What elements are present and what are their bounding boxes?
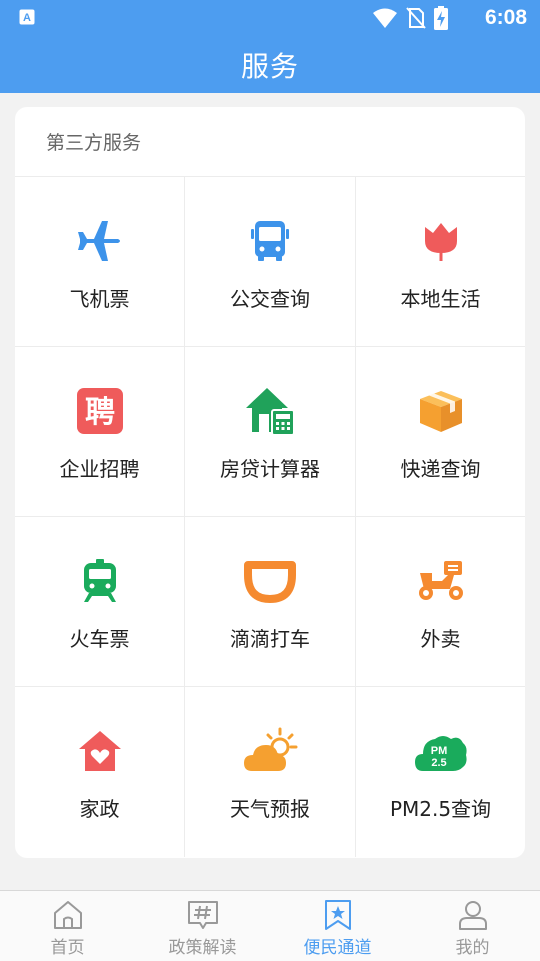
third-party-services-card: 第三方服务 飞机票 公交查询 本地生活 聘 企业招聘 房贷计算器 快递查询 火车… [15,107,525,858]
nav-label: 首页 [50,938,85,958]
didi-icon [244,561,296,603]
scooter-icon [418,561,463,600]
section-title: 第三方服务 [15,107,525,177]
page-title: 服务 [240,49,299,83]
service-label: 房贷计算器 [220,457,320,481]
service-label: 快递查询 [400,457,481,481]
wifi-icon [373,8,397,28]
house-calculator-icon [246,388,295,436]
service-label: 飞机票 [69,287,130,311]
package-icon [419,391,462,432]
service-label: 火车票 [69,627,130,651]
service-label: 天气预报 [230,797,310,821]
service-pm25-query[interactable]: PM 2.5 PM2.5查询 [356,687,525,857]
status-time: 6:08 [484,6,527,29]
service-recruitment[interactable]: 聘 企业招聘 [15,347,185,517]
app-notification-icon: A [19,9,35,25]
service-flight-ticket[interactable]: 飞机票 [15,177,185,347]
no-sim-icon [406,7,426,29]
airplane-icon [77,221,120,261]
svg-text:PM: PM [430,745,447,757]
service-express-query[interactable]: 快递查询 [356,347,525,517]
nav-item-policy[interactable]: 政策解读 [135,891,270,961]
bus-icon [251,221,289,261]
nav-label: 便民通道 [303,938,372,958]
weather-icon [244,727,298,771]
service-takeout[interactable]: 外卖 [356,517,525,687]
service-label: 公交查询 [230,287,310,311]
service-mortgage-calculator[interactable]: 房贷计算器 [185,347,356,517]
service-label: 家政 [79,797,120,821]
services-grid: 飞机票 公交查询 本地生活 聘 企业招聘 房贷计算器 快递查询 火车票 滴滴打车… [15,177,525,857]
service-local-life[interactable]: 本地生活 [356,177,525,347]
service-label: PM2.5查询 [389,797,492,821]
tulip-icon [424,223,457,261]
service-label: 滴滴打车 [230,627,310,651]
svg-text:聘: 聘 [85,395,115,430]
pm25-cloud-icon: PM 2.5 [414,736,467,771]
service-bus-query[interactable]: 公交查询 [185,177,356,347]
bookmark-star-icon [324,900,351,930]
app-bar: 服务 [0,36,540,93]
service-didi-taxi[interactable]: 滴滴打车 [185,517,356,687]
status-bar: A 6:08 [0,0,540,36]
service-housekeeping[interactable]: 家政 [15,687,185,857]
service-label: 外卖 [420,627,461,651]
nav-item-mine[interactable]: 我的 [405,891,540,961]
service-label: 本地生活 [400,287,481,311]
service-label: 企业招聘 [59,457,140,481]
user-icon [458,901,487,930]
nav-label: 政策解读 [168,938,237,958]
status-icons [372,6,448,30]
train-icon [83,559,116,602]
battery-charging-icon [434,6,448,30]
policy-chat-icon [187,901,218,929]
home-icon [53,901,82,929]
nav-item-home[interactable]: 首页 [0,891,135,961]
svg-text:A: A [23,12,31,24]
home-heart-icon [78,731,121,771]
recruit-icon: 聘 [76,388,123,434]
svg-text:2.5: 2.5 [431,757,446,769]
nav-item-convenience[interactable]: 便民通道 [270,891,405,961]
nav-label: 我的 [455,938,490,958]
bottom-nav: 首页 政策解读 便民通道 我的 [0,890,540,961]
service-train-ticket[interactable]: 火车票 [15,517,185,687]
service-weather-forecast[interactable]: 天气预报 [185,687,356,857]
